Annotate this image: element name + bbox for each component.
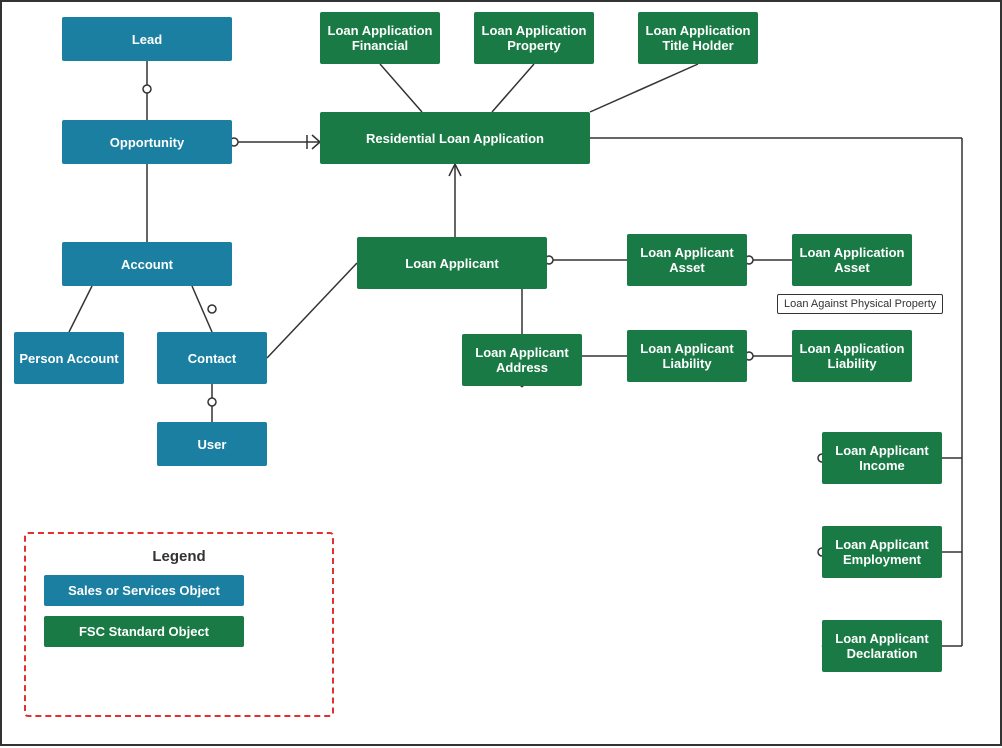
loan-applicant-liability-node: Loan Applicant Liability bbox=[627, 330, 747, 382]
diagram-container: Lead Opportunity Account Person Account … bbox=[0, 0, 1002, 746]
legend-fsc-standard: FSC Standard Object bbox=[44, 616, 244, 647]
contact-node: Contact bbox=[157, 332, 267, 384]
loan-application-asset-node: Loan Application Asset bbox=[792, 234, 912, 286]
legend-title: Legend bbox=[44, 548, 314, 565]
lead-node: Lead bbox=[62, 17, 232, 61]
opportunity-node: Opportunity bbox=[62, 120, 232, 164]
loan-applicant-employment-node: Loan Applicant Employment bbox=[822, 526, 942, 578]
residential-loan-application-node: Residential Loan Application bbox=[320, 112, 590, 164]
loan-applicant-asset-node: Loan Applicant Asset bbox=[627, 234, 747, 286]
loan-applicant-address-node: Loan Applicant Address bbox=[462, 334, 582, 386]
user-node: User bbox=[157, 422, 267, 466]
loan-application-liability-node: Loan Application Liability bbox=[792, 330, 912, 382]
loan-against-physical-property-tooltip: Loan Against Physical Property bbox=[777, 294, 943, 314]
loan-application-property-node: Loan Application Property bbox=[474, 12, 594, 64]
legend-sales-services: Sales or Services Object bbox=[44, 575, 244, 606]
legend-box: Legend Sales or Services Object FSC Stan… bbox=[24, 532, 334, 717]
loan-applicant-income-node: Loan Applicant Income bbox=[822, 432, 942, 484]
account-node: Account bbox=[62, 242, 232, 286]
loan-application-financial-node: Loan Application Financial bbox=[320, 12, 440, 64]
person-account-node: Person Account bbox=[14, 332, 124, 384]
loan-applicant-node: Loan Applicant bbox=[357, 237, 547, 289]
loan-applicant-declaration-node: Loan Applicant Declaration bbox=[822, 620, 942, 672]
loan-application-title-holder-node: Loan Application Title Holder bbox=[638, 12, 758, 64]
